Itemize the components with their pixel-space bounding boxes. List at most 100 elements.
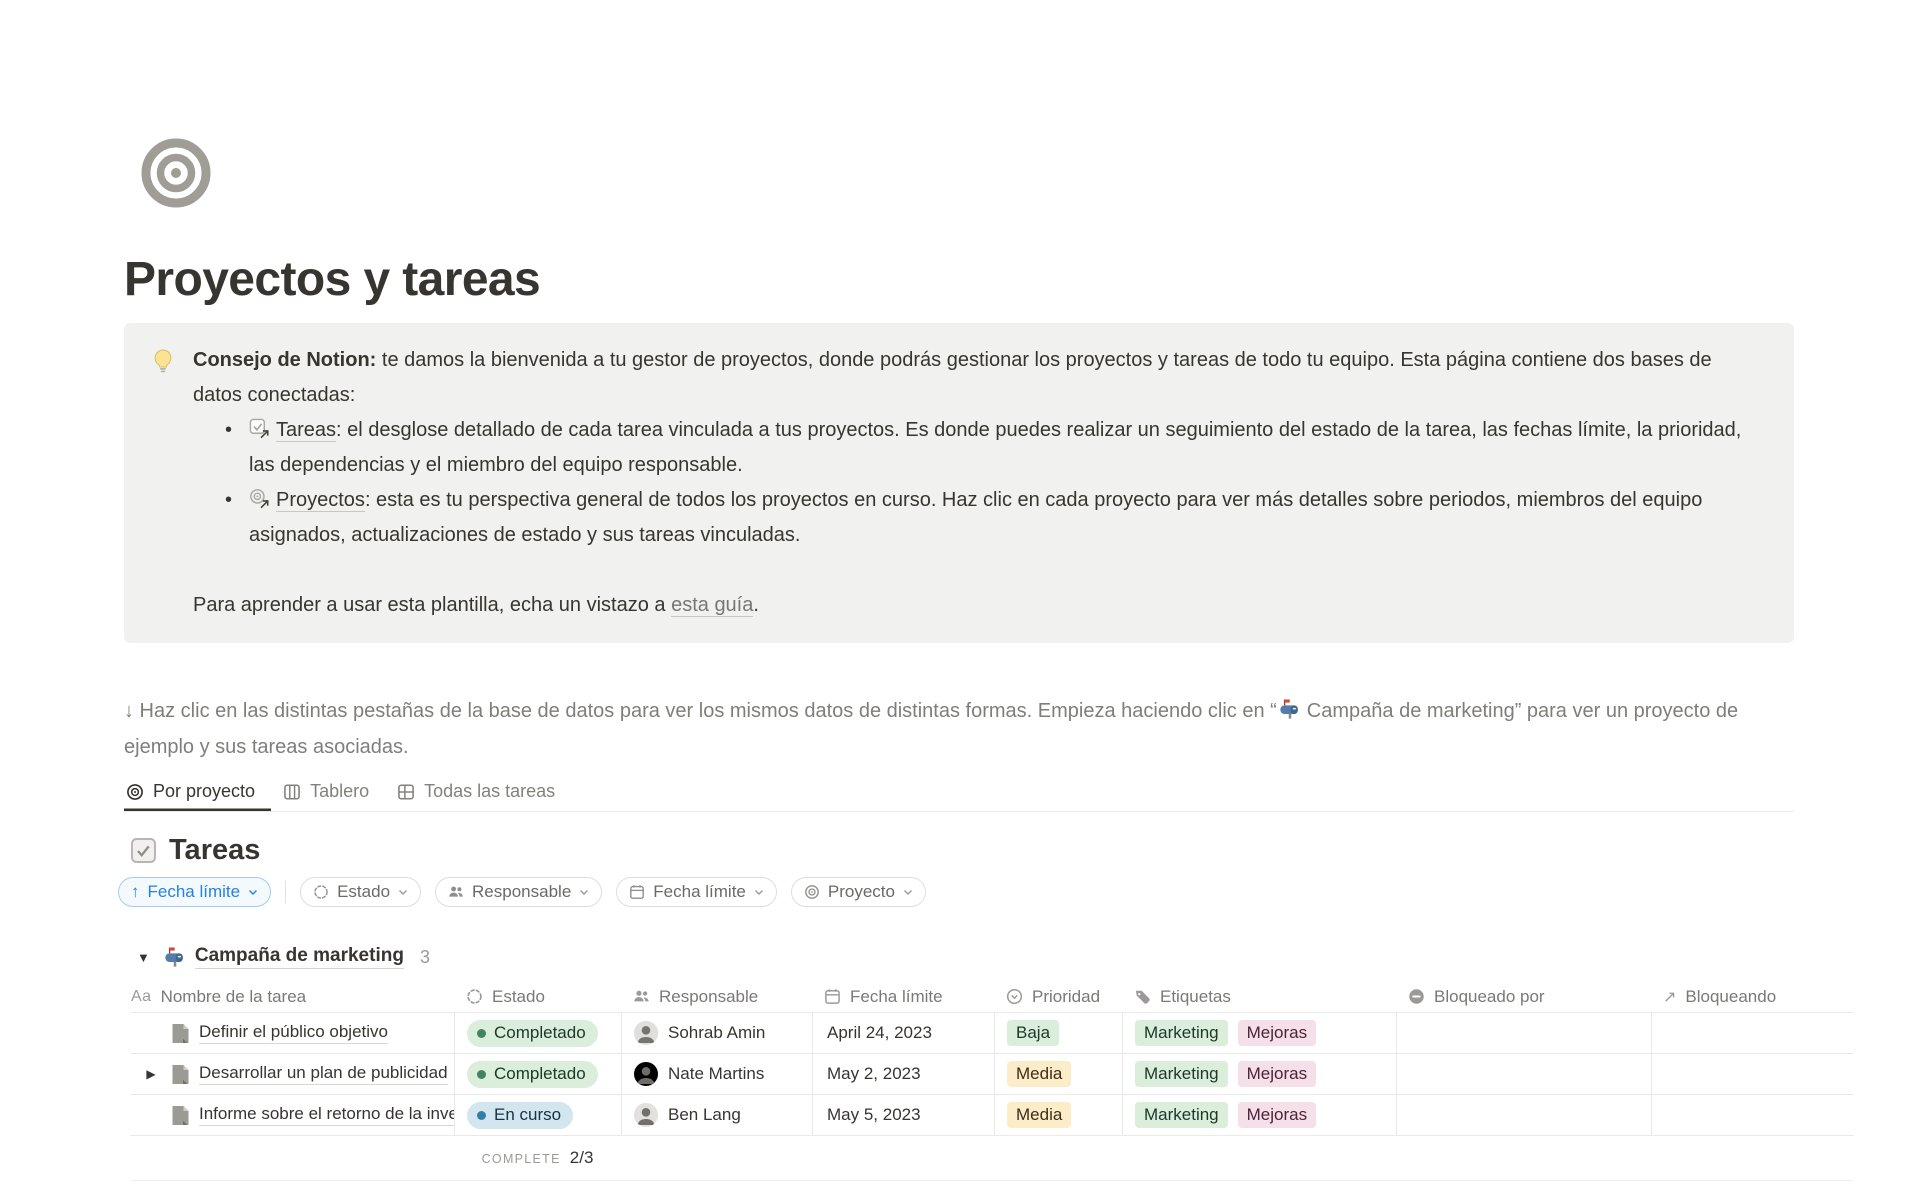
text-type-icon: Aa (131, 988, 152, 1006)
column-header-estado[interactable]: Estado (454, 987, 621, 1007)
blocking-cell[interactable] (1651, 1013, 1853, 1053)
priority-cell[interactable]: Media (994, 1054, 1122, 1094)
column-header-etiquetas[interactable]: Etiquetas (1122, 987, 1396, 1007)
hint-paragraph: ↓ Haz clic en las distintas pestañas de … (124, 693, 1804, 765)
table-footer-row: COMPLETE 2/3 (131, 1136, 1853, 1181)
chevron-down-icon (579, 889, 589, 896)
tasks-checkbox-link-icon (249, 416, 270, 437)
people-icon (448, 884, 464, 900)
column-header-bloqueado-por[interactable]: Bloqueado por (1396, 987, 1651, 1007)
column-header-responsable[interactable]: Responsable (621, 987, 812, 1007)
status-dot (477, 1029, 486, 1038)
priority-cell[interactable]: Baja (994, 1013, 1122, 1053)
avatar (634, 1103, 658, 1127)
row-expand-toggle[interactable]: ▶ (146, 1067, 155, 1081)
complete-calculation[interactable]: COMPLETE 2/3 (454, 1148, 621, 1168)
page-icon (171, 1105, 190, 1126)
blocked-by-icon (1408, 988, 1425, 1005)
table-row: Definir el público objetivo Completado S… (131, 1013, 1853, 1054)
group-header-campana-de-marketing: ▼ Campaña de marketing 3 (137, 945, 1920, 969)
blocked-by-cell[interactable] (1396, 1013, 1651, 1053)
filter-proyecto-pill[interactable]: Proyecto (791, 877, 926, 907)
group-collapse-toggle[interactable]: ▼ (137, 950, 150, 965)
assignee-cell[interactable]: Sohrab Amin (621, 1013, 812, 1053)
status-spinner-icon (466, 988, 483, 1005)
chevron-down-icon (248, 889, 258, 896)
blocked-by-cell[interactable] (1396, 1095, 1651, 1135)
toggle-gutter: ▶ (131, 1067, 171, 1081)
bullet-dot: • (225, 413, 232, 448)
filter-fecha-limite-pill[interactable]: Fecha límite (616, 877, 777, 907)
target-icon (804, 884, 820, 900)
task-name-cell[interactable]: Informe sobre el retorno de la inversión (131, 1095, 454, 1135)
due-date-cell[interactable]: May 5, 2023 (812, 1095, 994, 1135)
task-name-cell[interactable]: ▶ Desarrollar un plan de publicidad (131, 1054, 454, 1094)
priority-select-icon (1006, 988, 1023, 1005)
bullet-dot: • (225, 483, 232, 518)
status-cell[interactable]: En curso (454, 1095, 621, 1135)
notion-page: Proyectos y tareas Consejo de Notion: te… (0, 0, 1920, 1199)
notion-tip-callout: Consejo de Notion: te damos la bienvenid… (124, 323, 1794, 643)
mailbox-icon (164, 946, 186, 968)
filter-bar: ↑ Fecha límite Estado Responsable (118, 877, 1920, 907)
column-header-nombre[interactable]: Aa Nombre de la tarea (131, 987, 454, 1007)
calendar-icon (824, 988, 841, 1005)
page-icon (171, 1023, 190, 1044)
blocking-cell[interactable] (1651, 1095, 1853, 1135)
checkbox-icon (130, 837, 157, 864)
table-row: ▶ Desarrollar un plan de publicidad Comp… (131, 1054, 1853, 1095)
callout-body: Consejo de Notion: te damos la bienvenid… (193, 343, 1744, 623)
blocked-by-cell[interactable] (1396, 1054, 1651, 1094)
table-icon (397, 783, 415, 801)
page-icon (171, 1064, 190, 1085)
avatar (634, 1062, 658, 1086)
sort-ascending-icon: ↑ (131, 882, 140, 902)
tab-tablero[interactable]: Tablero (281, 781, 385, 811)
group-count: 3 (420, 947, 430, 968)
status-cell[interactable]: Completado (454, 1054, 621, 1094)
hint-project-name: Campaña de marketing (1307, 700, 1515, 722)
bullseye-page-icon[interactable] (141, 138, 211, 208)
guide-link[interactable]: esta guía (671, 594, 753, 617)
target-icon (126, 783, 144, 801)
status-spinner-icon (313, 884, 329, 900)
chevron-down-icon (754, 889, 764, 896)
status-cell[interactable]: Completado (454, 1013, 621, 1053)
tag-icon (1134, 988, 1151, 1005)
due-date-cell[interactable]: April 24, 2023 (812, 1013, 994, 1053)
board-icon (283, 783, 301, 801)
priority-cell[interactable]: Media (994, 1095, 1122, 1135)
sort-fecha-limite-pill[interactable]: ↑ Fecha límite (118, 877, 271, 907)
column-header-bloqueando[interactable]: ↗ Bloqueando (1651, 987, 1853, 1007)
callout-intro: Consejo de Notion: te damos la bienvenid… (193, 343, 1744, 413)
filter-divider (285, 881, 286, 903)
blocking-cell[interactable] (1651, 1054, 1853, 1094)
assignee-cell[interactable]: Nate Martins (621, 1054, 812, 1094)
calc-label: COMPLETE (482, 1152, 561, 1166)
assignee-cell[interactable]: Ben Lang (621, 1095, 812, 1135)
database-view-tabs: Por proyecto Tablero Todas las tareas (124, 781, 1794, 812)
task-name-cell[interactable]: Definir el público objetivo (131, 1013, 454, 1053)
callout-guide-line: Para aprender a usar esta plantilla, ech… (193, 588, 1744, 623)
calc-value: 2/3 (570, 1148, 594, 1168)
mailbox-icon (1279, 696, 1301, 718)
due-date-cell[interactable]: May 2, 2023 (812, 1054, 994, 1094)
tab-todas-las-tareas[interactable]: Todas las tareas (395, 781, 571, 811)
column-header-prioridad[interactable]: Prioridad (994, 987, 1122, 1007)
column-header-fecha-limite[interactable]: Fecha límite (812, 987, 994, 1007)
chevron-down-icon (903, 889, 913, 896)
tags-cell[interactable]: Marketing Mejoras (1122, 1054, 1396, 1094)
filter-responsable-pill[interactable]: Responsable (435, 877, 602, 907)
tasks-table: Aa Nombre de la tarea Estado Responsable (131, 981, 1853, 1181)
tags-cell[interactable]: Marketing Mejoras (1122, 1013, 1396, 1053)
group-title[interactable]: Campaña de marketing (195, 945, 404, 969)
tags-cell[interactable]: Marketing Mejoras (1122, 1095, 1396, 1135)
tareas-link[interactable]: Tareas (276, 419, 336, 442)
database-title[interactable]: Tareas (169, 834, 260, 867)
proyectos-link[interactable]: Proyectos (276, 489, 365, 512)
page-title[interactable]: Proyectos y tareas (124, 252, 1920, 307)
filter-estado-pill[interactable]: Estado (300, 877, 421, 907)
calendar-icon (629, 884, 645, 900)
tab-por-proyecto[interactable]: Por proyecto (124, 781, 271, 811)
blocking-arrow-icon: ↗ (1663, 987, 1676, 1007)
